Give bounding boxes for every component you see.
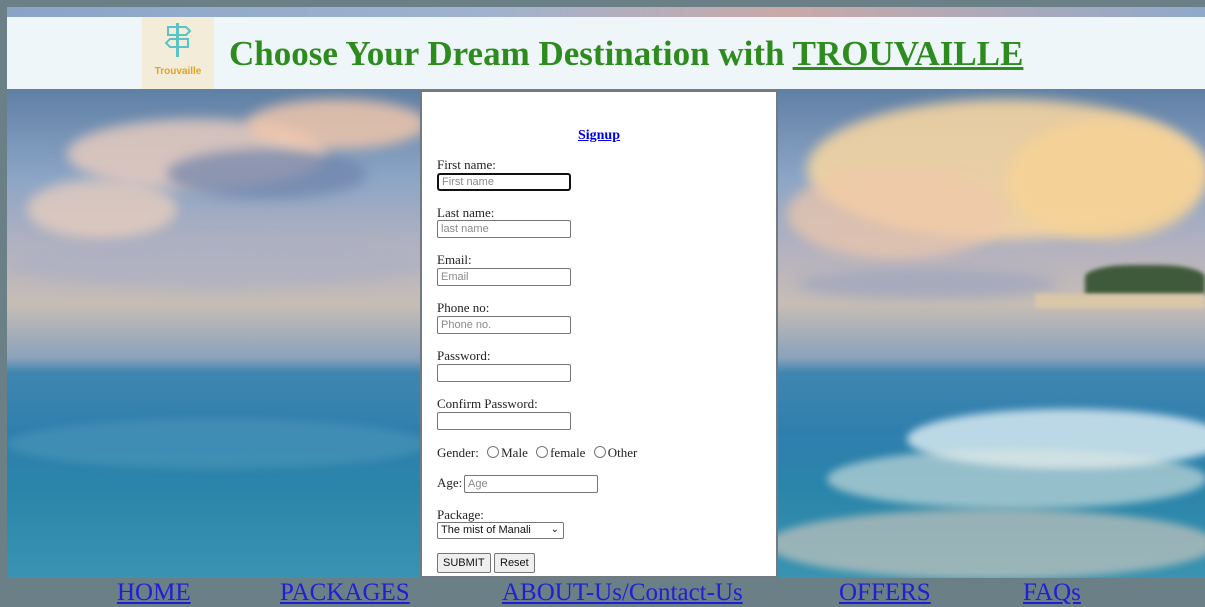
signpost-icon [164,23,192,57]
last-name-label: Last name: [437,205,495,220]
gender-male-label: Male [501,445,528,460]
signup-link[interactable]: Signup [578,128,620,143]
nav-faqs[interactable]: FAQs [1023,580,1081,606]
title-brand: TROUVAILLE [792,34,1024,73]
nav-packages[interactable]: PACKAGES [280,580,410,606]
age-group: Age: [437,475,598,493]
nav-offers[interactable]: OFFERS [839,580,931,606]
chevron-down-icon: ⌄ [550,524,559,535]
age-field[interactable] [464,475,598,493]
bottom-nav: HOME PACKAGES ABOUT-Us/Contact-Us OFFERS… [7,578,1205,607]
gender-male-radio[interactable] [487,446,500,458]
confirm-password-field[interactable] [437,412,571,430]
reset-button[interactable]: Reset [494,553,535,573]
package-label: Package: [437,507,484,522]
nav-about-contact[interactable]: ABOUT-Us/Contact-Us [502,580,743,606]
confirm-password-label: Confirm Password: [437,396,538,411]
nav-home[interactable]: HOME [117,580,191,606]
title-prefix: Choose Your Dream Destination with [229,34,793,73]
email-field[interactable] [437,268,571,286]
email-label: Email: [437,252,472,267]
package-selected-value: The mist of Manali [441,524,531,536]
last-name-field[interactable] [437,220,571,238]
phone-label: Phone no: [437,300,490,315]
top-strip [7,7,1205,17]
first-name-label: First name: [437,157,496,172]
logo-text: Trouvaille [154,66,202,77]
gender-female-label: female [550,445,586,460]
gender-female-radio[interactable] [536,446,549,458]
gender-other-radio[interactable] [593,446,606,458]
age-label: Age: [437,475,463,490]
page-title: Choose Your Dream Destination with TROUV… [229,34,1023,74]
first-name-field[interactable] [437,173,571,191]
site-header: Trouvaille Choose Your Dream Destination… [7,17,1205,89]
signup-form: Signup First name: Last name: Email: Pho… [420,90,778,578]
password-label: Password: [437,348,491,363]
phone-field[interactable] [437,316,571,334]
package-select[interactable]: The mist of Manali ⌄ [437,522,564,539]
gender-label: Gender: [437,445,479,460]
site-logo: Trouvaille [142,17,214,89]
gender-group: Gender: Male female Other [437,445,637,461]
submit-button[interactable]: SUBMIT [437,553,491,573]
password-field[interactable] [437,364,571,382]
gender-other-label: Other [607,445,638,460]
signup-heading: Signup [422,126,776,144]
